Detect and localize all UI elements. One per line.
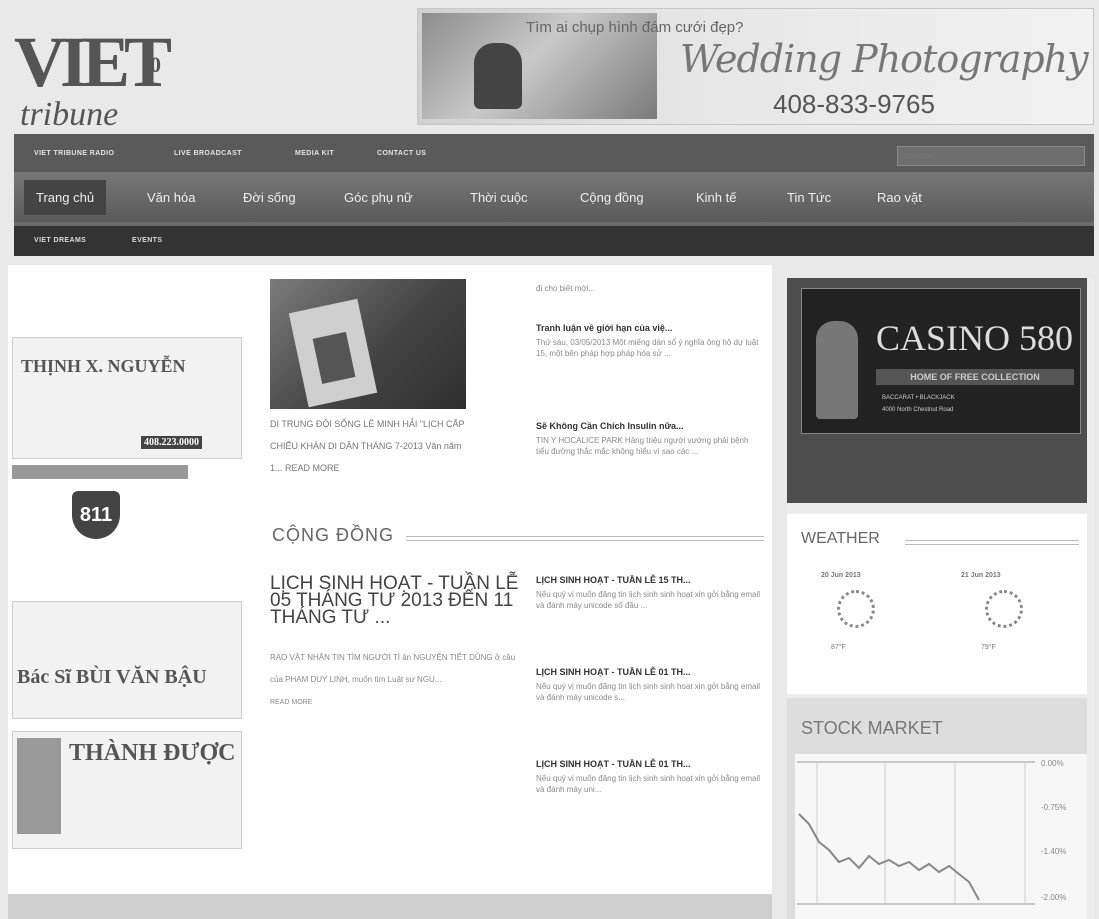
weather-date-2: 21 Jun 2013 [961, 572, 1001, 579]
ad-thinh-title: THỊNH X. NGUYỄN [21, 356, 186, 376]
main-nav: Trang chủ Văn hóa Đời sống Góc phụ nữ Th… [14, 172, 1094, 222]
casino-ad-inner: CASINO 580 HOME OF FREE COLLECTION BACCA… [801, 288, 1081, 434]
news-title-2[interactable]: Sẽ Không Cần Chích Insulin nữa... [536, 421, 684, 431]
navigation: VIET TRIBUNE RADIO LIVE BROADCAST MEDIA … [14, 134, 1094, 256]
community-excerpt: RAO VẶT NHẬN TIN TÌM NGƯỜI TÌ ân NGUYỄN … [270, 653, 516, 684]
community-read-more[interactable]: READ MORE [270, 697, 312, 708]
casino-ad[interactable]: CASINO 580 HOME OF FREE COLLECTION BACCA… [787, 278, 1087, 503]
subnav-events[interactable]: EVENTS [132, 237, 162, 244]
site-logo[interactable]: VIET 0 tribune [14, 20, 254, 140]
topnav-mediakit[interactable]: MEDIA KIT [295, 150, 334, 157]
header-banner-ad[interactable]: Tìm ai chụp hình đám cưới đẹp? Wedding P… [417, 8, 1094, 125]
nav-home[interactable]: Trang chủ [24, 180, 107, 215]
top-nav: VIET TRIBUNE RADIO LIVE BROADCAST MEDIA … [14, 134, 1094, 172]
logo-superscript: 0 [150, 52, 161, 77]
ad-thinh-phone: 408.223.0000 [141, 436, 202, 449]
stock-tick-2: -0.75% [1041, 803, 1066, 812]
ad-magazine-image [17, 738, 61, 834]
feature-caption[interactable]: DI TRUNG ĐỘI SỐNG LÊ MINH HẢI "LỊCH CẤP … [270, 413, 470, 479]
stock-widget: STOCK MARKET 0.00% -0.75% -1.40% -2.00% [787, 698, 1087, 919]
casino-figure [816, 321, 858, 419]
topnav-live[interactable]: LIVE BROADCAST [174, 150, 242, 157]
stock-chart: 0.00% -0.75% -1.40% -2.00% [795, 754, 1087, 919]
feature-photo-card [288, 298, 378, 408]
community-item-title-2[interactable]: LỊCH SINH HOẠT - TUẦN LỄ 01 TH... [536, 667, 691, 677]
weather-widget: WEATHER 20 Jun 2013 87°F 21 Jun 2013 79°… [787, 514, 1087, 694]
casino-strip: HOME OF FREE COLLECTION [876, 369, 1074, 385]
badge-811[interactable]: 811 [72, 491, 120, 539]
ad-thinh-nguyen[interactable]: THỊNH X. NGUYỄN 408.223.0000 [12, 337, 242, 459]
news-title-1[interactable]: Tranh luận về giới hạn của việ... [536, 323, 672, 333]
casino-address: 4000 North Chestnut Road [882, 407, 954, 413]
ad-doctor[interactable]: Bác Sĩ BÙI VĂN BẬU [12, 601, 242, 719]
search-input[interactable] [897, 146, 1085, 166]
nav-culture[interactable]: Văn hóa [147, 190, 195, 205]
subnav-dreams[interactable]: VIET DREAMS [34, 237, 86, 244]
stock-tick-1: 0.00% [1041, 759, 1064, 768]
stock-title: STOCK MARKET [801, 718, 943, 738]
ad-doctor-name: Bác Sĩ BÙI VĂN BẬU [17, 666, 207, 688]
ad-thanh-title: THÀNH ĐƯỢC [69, 740, 236, 766]
section-title-community: CỘNG ĐỒNG [272, 525, 395, 545]
feature-figure [312, 331, 356, 384]
nav-current[interactable]: Thời cuộc [470, 190, 528, 205]
banner-question: Tìm ai chụp hình đám cưới đẹp? [526, 19, 744, 36]
stock-tick-4: -2.00% [1041, 893, 1066, 902]
community-item-body-2: Nếu quý vị muốn đăng tin lịch sinh sinh … [536, 682, 761, 702]
news-body-2: TIN Y HOCALICE PARK Hàng triệu người vướ… [536, 436, 749, 456]
community-item-body-1: Nếu quý vị muốn đăng tin lịch sinh sinh … [536, 590, 761, 610]
community-item-title-1[interactable]: LỊCH SINH HOẠT - TUẦN LỄ 15 TH... [536, 575, 691, 585]
logo-main-text: VIET [14, 22, 172, 102]
topnav-radio[interactable]: VIET TRIBUNE RADIO [34, 150, 114, 157]
weather-divider [905, 540, 1079, 545]
sun-icon [985, 590, 1023, 628]
weather-temp-1: 87°F [831, 644, 846, 651]
news-body-1: Thứ sáu, 03/05/2013 Một miếng dán số ý n… [536, 338, 759, 358]
ad-thanh-duoc[interactable]: THÀNH ĐƯỢC [12, 731, 242, 849]
weather-temp-2: 79°F [981, 644, 996, 651]
nav-women[interactable]: Góc phụ nữ [344, 190, 413, 205]
main-content: THỊNH X. NGUYỄN 408.223.0000 811 Bác Sĩ … [8, 265, 772, 895]
nav-news[interactable]: Tin Tức [787, 190, 831, 205]
community-item-title-3[interactable]: LỊCH SINH HOẠT - TUẦN LỄ 01 TH... [536, 759, 691, 769]
logo-subtitle: tribune [20, 96, 119, 133]
sub-nav: VIET DREAMS EVENTS [14, 226, 1094, 256]
community-item-body-3: Nếu quý vị muốn đăng tin lịch sinh sinh … [536, 774, 761, 794]
weather-title: WEATHER [801, 530, 880, 547]
nav-life[interactable]: Đời sống [243, 190, 296, 205]
top-snippet: đi cho biết mới... [536, 284, 596, 293]
nav-community[interactable]: Cộng đồng [580, 190, 644, 205]
ad-bar[interactable] [12, 465, 188, 479]
banner-phone: 408-833-9765 [773, 89, 935, 119]
banner-script-title: Wedding Photography [680, 37, 1089, 81]
footer-bar [8, 894, 772, 919]
feature-image[interactable] [270, 279, 466, 409]
nav-economy[interactable]: Kinh tế [696, 190, 736, 205]
topnav-contact[interactable]: CONTACT US [377, 150, 426, 157]
section-divider [406, 536, 764, 541]
sun-icon [837, 590, 875, 628]
community-headline[interactable]: LỊCH SINH HOẠT - TUẦN LỄ 05 THÁNG TƯ 201… [270, 574, 520, 627]
casino-title: CASINO 580 [876, 318, 1074, 358]
stock-tick-3: -1.40% [1041, 847, 1066, 856]
casino-sub: BACCARAT • BLACKJACK [882, 395, 955, 401]
nav-classifieds[interactable]: Rao vặt [877, 190, 922, 205]
couple-figure [474, 43, 522, 109]
weather-date-1: 20 Jun 2013 [821, 572, 861, 579]
sidebar: CASINO 580 HOME OF FREE COLLECTION BACCA… [787, 278, 1094, 919]
